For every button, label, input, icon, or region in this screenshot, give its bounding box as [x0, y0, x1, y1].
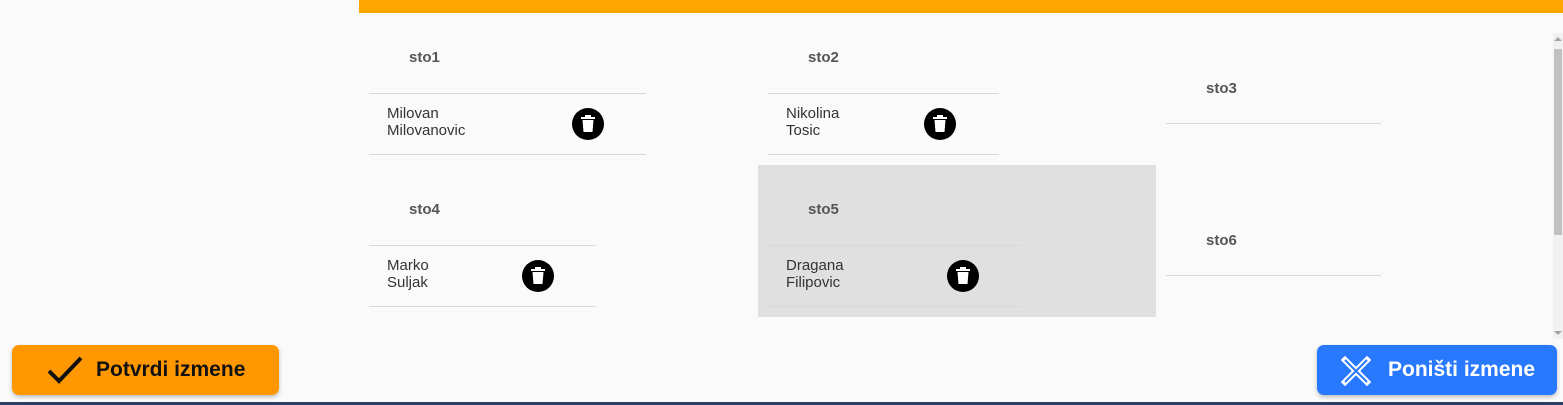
divider	[369, 245, 596, 246]
table-title: sto6	[1206, 232, 1237, 249]
table-title: sto4	[409, 201, 440, 218]
x-mark-icon	[1341, 356, 1371, 386]
divider	[768, 154, 999, 155]
scrollbar-thumb[interactable]	[1554, 49, 1562, 235]
divider	[369, 93, 646, 94]
trash-icon	[581, 115, 595, 132]
delete-guest-button[interactable]	[572, 108, 604, 140]
table-title: sto3	[1206, 80, 1237, 97]
divider	[369, 306, 596, 307]
guest-name: Milovan Milovanovic	[387, 105, 466, 139]
divider	[1166, 275, 1381, 276]
confirm-changes-label: Potvrdi izmene	[96, 358, 246, 381]
delete-guest-button[interactable]	[522, 260, 554, 292]
guest-name: Nikolina Tosic	[786, 105, 840, 139]
cancel-changes-label: Poništi izmene	[1388, 358, 1536, 381]
trash-icon	[933, 115, 947, 132]
guest-name: Marko Suljak	[387, 257, 429, 291]
scroll-up-arrow-icon[interactable]	[1554, 37, 1562, 41]
divider	[768, 306, 1022, 307]
cancel-changes-button[interactable]: Poništi izmene	[1317, 345, 1557, 395]
delete-guest-button[interactable]	[924, 108, 956, 140]
scroll-down-arrow-icon[interactable]	[1554, 331, 1562, 335]
confirm-changes-button[interactable]: Potvrdi izmene	[12, 345, 279, 395]
top-accent-bar	[359, 0, 1563, 13]
checkmark-icon	[47, 356, 83, 384]
selected-table-cell	[758, 165, 1156, 317]
trash-icon	[956, 267, 970, 284]
table-title: sto5	[808, 201, 839, 218]
table-title: sto2	[808, 49, 839, 66]
divider	[369, 154, 646, 155]
guest-name: Dragana Filipovic	[786, 257, 844, 291]
divider	[768, 93, 999, 94]
vertical-scrollbar[interactable]	[1553, 33, 1563, 339]
table-title: sto1	[409, 49, 440, 66]
delete-guest-button[interactable]	[947, 260, 979, 292]
divider	[768, 245, 1022, 246]
trash-icon	[531, 267, 545, 284]
divider	[1166, 123, 1381, 124]
